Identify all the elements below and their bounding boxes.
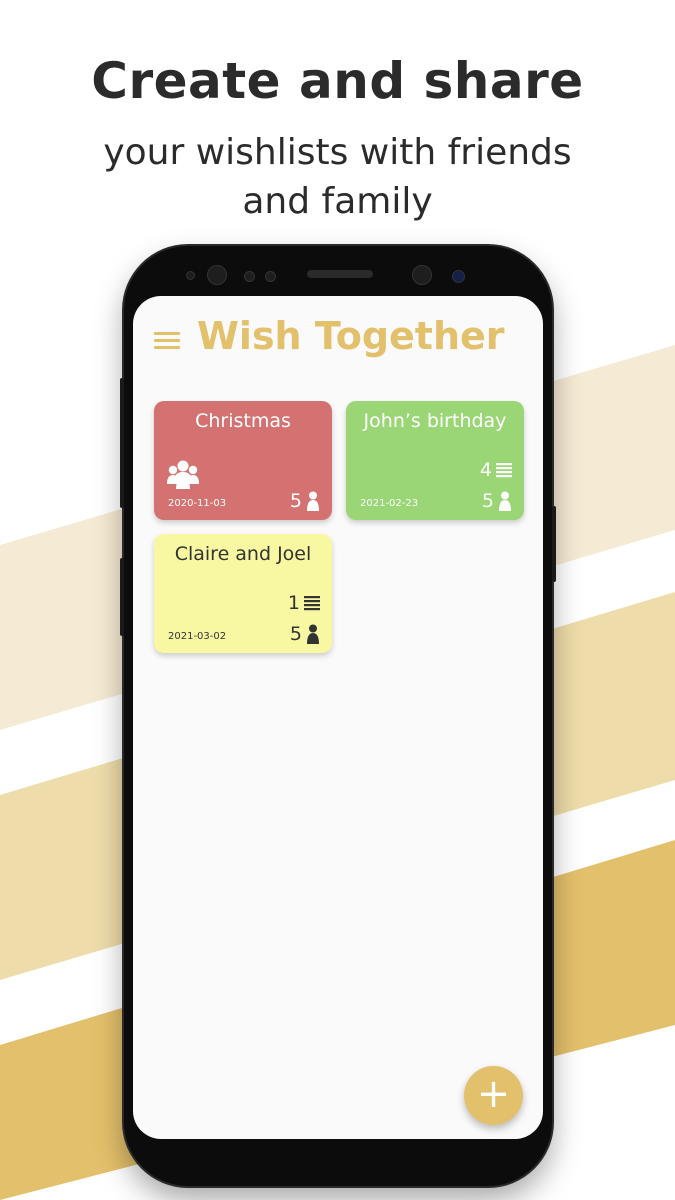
phone-front-camera xyxy=(207,265,227,285)
phone-sensor xyxy=(265,271,276,282)
member-count: 5 xyxy=(290,623,320,645)
member-count: 5 xyxy=(290,490,320,512)
plus-icon: + xyxy=(476,1071,511,1117)
group-icon xyxy=(167,460,199,489)
item-count-value: 1 xyxy=(287,592,300,614)
wishlist-date: 2020-11-03 xyxy=(168,498,227,509)
wishlist-title: Christmas xyxy=(195,410,291,432)
wishlist-card[interactable]: John’s birthday 4 2021-02-23 5 xyxy=(346,401,524,520)
phone-side-button-right xyxy=(552,506,556,582)
promo-headline: Create and share xyxy=(91,52,584,110)
phone-sensor xyxy=(244,271,255,282)
wishlist-date: 2021-02-23 xyxy=(360,498,419,509)
member-count-value: 5 xyxy=(289,490,302,512)
phone-speaker xyxy=(307,270,373,278)
phone-frame: Wish Together Christmas 2020-11-03 5 Joh… xyxy=(120,246,556,1186)
phone-iris-scanner xyxy=(412,265,432,285)
person-icon xyxy=(307,491,319,511)
phone-sensor xyxy=(452,270,465,283)
item-count: 4 xyxy=(480,459,512,481)
wishlist-card[interactable]: Claire and Joel 1 2021-03-02 5 xyxy=(154,534,332,653)
phone-side-button-left-top xyxy=(120,378,124,508)
person-icon xyxy=(499,491,511,511)
hamburger-menu-icon[interactable] xyxy=(154,332,180,350)
app-screen: Wish Together Christmas 2020-11-03 5 Joh… xyxy=(133,296,543,1139)
promo-subline-line-2: and family xyxy=(242,181,433,222)
item-count: 1 xyxy=(288,592,320,614)
app-bar: Wish Together xyxy=(133,296,543,386)
list-icon xyxy=(496,463,512,478)
member-count-value: 5 xyxy=(289,623,302,645)
wishlist-date: 2021-03-02 xyxy=(168,631,227,642)
person-icon xyxy=(307,624,319,644)
wishlist-title: Claire and Joel xyxy=(174,543,312,565)
member-count: 5 xyxy=(482,490,512,512)
wishlist-title: John’s birthday xyxy=(363,410,507,432)
promo-subline-line-1: your wishlists with friends xyxy=(103,132,572,173)
phone-side-button-left-bottom xyxy=(120,558,124,636)
promo-subline: your wishlists with friends and family xyxy=(0,128,675,226)
add-wishlist-button[interactable]: + xyxy=(464,1066,523,1125)
phone-sensor xyxy=(186,271,195,280)
wishlist-card[interactable]: Christmas 2020-11-03 5 xyxy=(154,401,332,520)
app-title: Wish Together xyxy=(197,314,505,358)
list-icon xyxy=(304,596,320,611)
member-count-value: 5 xyxy=(481,490,494,512)
item-count-value: 4 xyxy=(479,459,492,481)
